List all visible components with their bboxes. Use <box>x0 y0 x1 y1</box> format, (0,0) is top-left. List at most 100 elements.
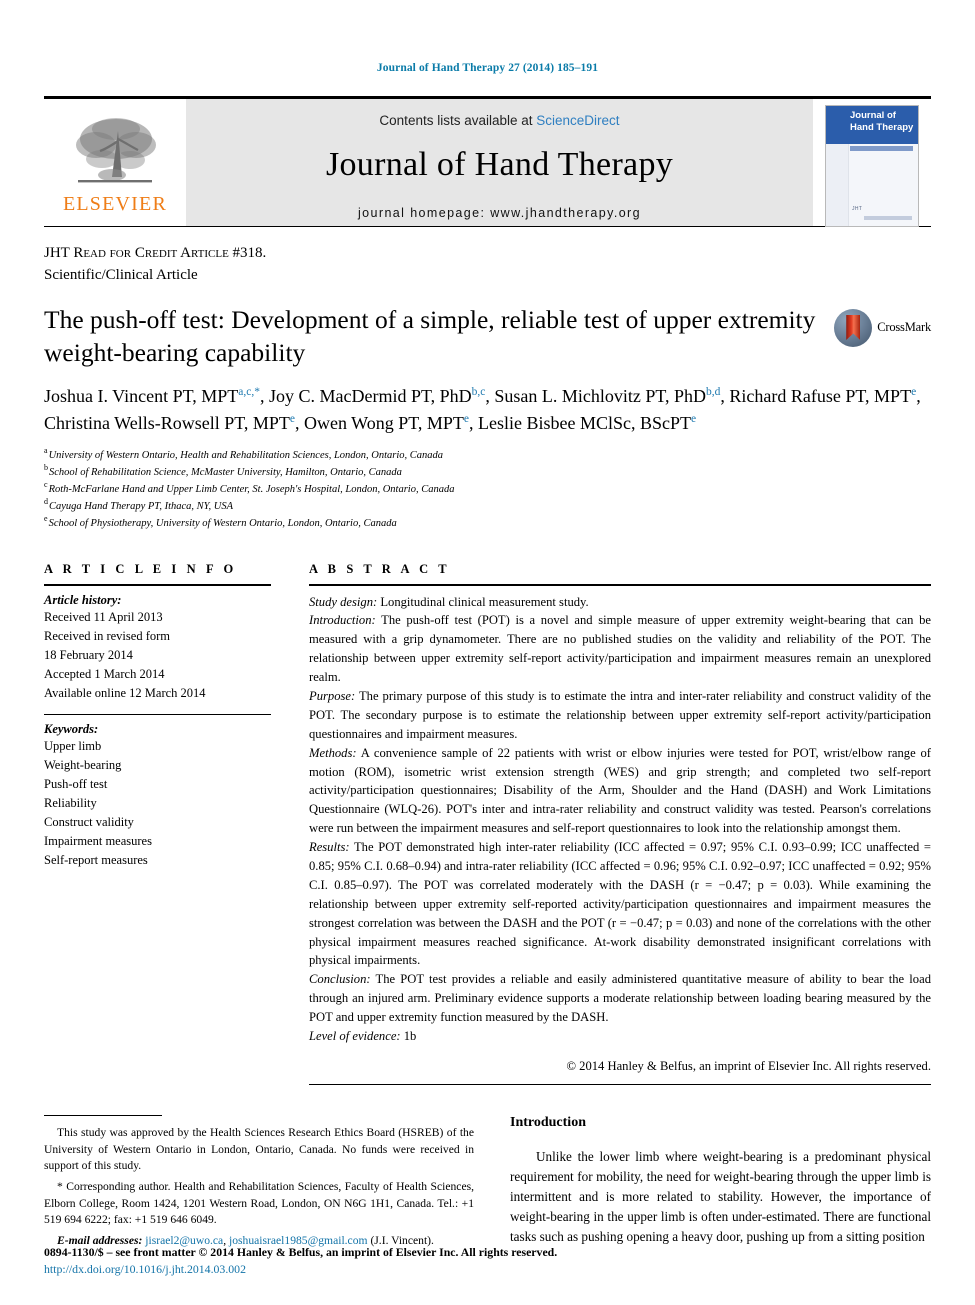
article-history-item: Accepted 1 March 2014 <box>44 666 165 681</box>
crossmark-label: CrossMark <box>877 320 931 334</box>
keyword-item: Push-off test <box>44 776 108 791</box>
crossmark-circle-icon <box>834 308 873 347</box>
author-item: Leslie Bisbee MClSc, BScPTe <box>478 413 696 433</box>
author-separator: , <box>259 385 269 406</box>
author-item: Susan L. Michlovitz PT, PhDb,d, <box>494 386 729 406</box>
contents-available-line: Contents lists available at ScienceDirec… <box>186 113 813 128</box>
affiliation-text: University of Western Ontario, Health an… <box>48 449 444 461</box>
introduction-heading: Introduction <box>510 1114 586 1130</box>
abstract-section-label: Conclusion: <box>309 972 371 987</box>
journal-title: Journal of Hand Therapy <box>325 146 674 183</box>
abstract-body: Purpose: The primary purpose of this stu… <box>309 687 931 744</box>
cover-rule <box>850 146 913 151</box>
doi-link[interactable]: http://dx.doi.org/10.1016/j.jht.2014.03.… <box>44 1262 931 1277</box>
author-name: Richard Rafuse PT, MPT <box>729 385 912 406</box>
author-separator: , <box>295 413 305 434</box>
footnote-ethics: This study was approved by the Health Sc… <box>44 1125 474 1173</box>
author-name: Leslie Bisbee MClSc, BScPT <box>478 413 692 434</box>
article-info-rule <box>44 583 271 586</box>
article-info-column: A R T I C L E I N F O Article history: R… <box>44 562 299 1085</box>
affiliation-text: School of Rehabilitation Science, McMast… <box>49 466 402 478</box>
keyword-item: Upper limb <box>44 738 102 753</box>
elsevier-tree-icon <box>76 118 156 183</box>
keywords-label: Keywords: <box>44 721 99 736</box>
keyword-item: Impairment measures <box>44 833 152 848</box>
article-history-item: Received 11 April 2013 <box>44 609 163 624</box>
contents-prefix: Contents lists available at <box>379 113 533 128</box>
abstract-body: Level of evidence: 1b <box>309 1027 931 1046</box>
article-history-label: Article history: <box>44 592 122 607</box>
journal-homepage[interactable]: journal homepage: www.jhandtherapy.org <box>186 206 813 220</box>
author-affiliation-mark: b,d <box>706 385 721 398</box>
abstract-section-text: The POT demonstrated high inter-rater re… <box>309 840 931 968</box>
affiliation-item: cRoth-McFarlane Hand and Upper Limb Cent… <box>44 481 931 498</box>
abstract-section-label: Methods: <box>309 745 357 760</box>
abstract-section-text: The primary purpose of this study is to … <box>309 688 931 741</box>
author-name: Joshua I. Vincent PT, MPT <box>44 385 239 406</box>
article-history-item: Received in revised form <box>44 628 170 643</box>
cover-title-line1: Journal of <box>850 110 896 121</box>
keyword-item: Self-report measures <box>44 852 148 867</box>
affiliation-item: eSchool of Physiotherapy, University of … <box>44 515 931 532</box>
affiliation-text: Cayuga Hand Therapy PT, Ithaca, NY, USA <box>49 500 234 512</box>
author-separator: , <box>469 413 479 434</box>
abstract-body: Study design: Longitudinal clinical meas… <box>309 593 931 612</box>
article-info-heading: A R T I C L E I N F O <box>44 561 237 576</box>
author-affiliation-mark: b,c <box>471 385 486 398</box>
author-item: Richard Rafuse PT, MPTe, <box>729 386 920 406</box>
footnote-separator <box>44 1114 162 1116</box>
abstract-body: Methods: A convenience sample of 22 pati… <box>309 744 931 838</box>
journal-cover-thumbnail: Journal of Hand Therapy JHT <box>825 105 919 227</box>
crossmark-ribbon-icon <box>846 315 861 340</box>
footnote-corresponding-author: * Corresponding author. Health and Rehab… <box>44 1179 474 1227</box>
abstract-section-text: 1b <box>400 1028 417 1043</box>
elsevier-logo: ELSEVIER <box>60 115 170 214</box>
bottom-columns: This study was approved by the Health Sc… <box>44 1114 931 1254</box>
abstract-section-text: Longitudinal clinical measurement study. <box>377 594 589 609</box>
abstract-section-text: The push-off test (POT) is a novel and s… <box>309 613 931 685</box>
abstract-heading: A B S T R A C T <box>309 561 451 576</box>
footnote-column: This study was approved by the Health Sc… <box>44 1114 474 1254</box>
cover-left-strip <box>826 144 849 226</box>
abstract-body: Results: The POT demonstrated high inter… <box>309 838 931 970</box>
article-category: Scientific/Clinical Article <box>44 266 198 283</box>
cover-foot-mark: JHT <box>852 206 863 212</box>
abstract-section-text: The POT test provides a reliable and eas… <box>309 972 931 1025</box>
abstract-section-label: Purpose: <box>309 688 356 703</box>
page-title: The push-off test: Development of a simp… <box>44 304 816 367</box>
author-item: Joshua I. Vincent PT, MPTa,c,*, <box>44 386 269 406</box>
author-name: Susan L. Michlovitz PT, PhD <box>494 385 707 406</box>
publisher-logo-cell: ELSEVIER <box>44 96 186 226</box>
info-abstract-block: A R T I C L E I N F O Article history: R… <box>44 562 931 1085</box>
abstract-copyright: © 2014 Hanley & Belfus, an imprint of El… <box>566 1058 931 1073</box>
author-separator: , <box>916 385 921 406</box>
affiliation-text: School of Physiotherapy, University of W… <box>48 517 397 529</box>
author-item: Owen Wong PT, MPTe, <box>304 413 478 433</box>
abstract-body: Introduction: The push-off test (POT) is… <box>309 611 931 687</box>
sciencedirect-link[interactable]: ScienceDirect <box>536 113 619 128</box>
introduction-column: Introduction Unlike the lower limb where… <box>510 1115 931 1254</box>
masthead-center: Contents lists available at ScienceDirec… <box>186 96 813 226</box>
abstract-body: Conclusion: The POT test provides a reli… <box>309 970 931 1027</box>
affiliation-key: d <box>44 497 48 506</box>
affiliation-text: Roth-McFarlane Hand and Upper Limb Cente… <box>48 483 455 495</box>
affiliation-key: b <box>44 463 48 472</box>
affiliation-key: a <box>44 446 48 455</box>
crossmark-badge[interactable]: CrossMark <box>834 303 931 347</box>
affiliation-list: aUniversity of Western Ontario, Health a… <box>44 447 931 532</box>
author-name: Owen Wong PT, MPT <box>304 413 464 434</box>
article-history-item: Available online 12 March 2014 <box>44 685 206 700</box>
journal-cover-cell: Journal of Hand Therapy JHT <box>813 96 931 227</box>
jht-prefix: JHT <box>44 245 70 261</box>
abstract-section-text: A convenience sample of 22 patients with… <box>309 745 931 836</box>
author-name: Joy C. MacDermid PT, PhD <box>268 385 472 406</box>
affiliation-item: dCayuga Hand Therapy PT, Ithaca, NY, USA <box>44 498 931 515</box>
jht-credit-line: JHT Read for Credit Article #318. <box>44 243 931 265</box>
keyword-item: Construct validity <box>44 814 134 829</box>
cover-title: Journal of Hand Therapy <box>850 110 915 134</box>
affiliation-key: c <box>44 480 48 489</box>
article-history-item: 18 February 2014 <box>44 647 133 662</box>
abstract-column: A B S T R A C T Study design: Longitudin… <box>299 562 931 1085</box>
keyword-item: Reliability <box>44 795 97 810</box>
author-name: Christina Wells-Rowsell PT, MPT <box>44 413 290 434</box>
